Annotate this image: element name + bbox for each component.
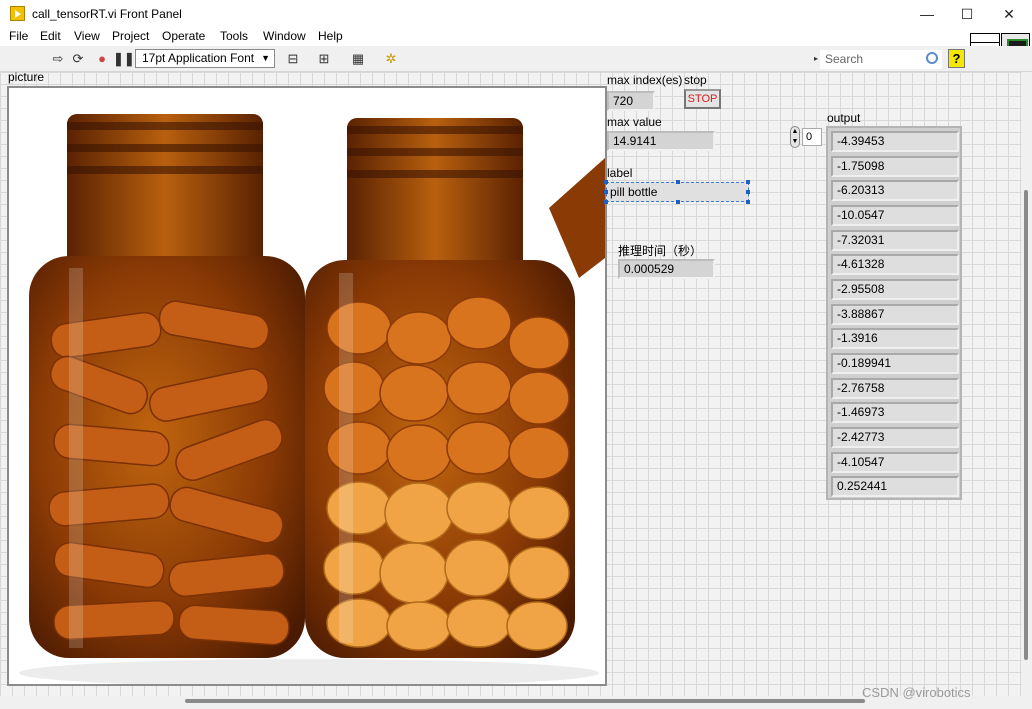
toolbar: ⇨ ⟳ ● ❚❚ 17pt Application Font ▼ ⊟ ⊞ ▦ ✲… xyxy=(0,46,1032,72)
selection-handle[interactable] xyxy=(604,190,608,194)
output-label: output xyxy=(827,111,861,125)
run-arrow-icon[interactable]: ⇨ xyxy=(50,51,66,67)
index-value[interactable]: 0 xyxy=(802,128,822,146)
watermark: CSDN @virobotics xyxy=(862,685,971,700)
selection-handle[interactable] xyxy=(746,190,750,194)
vertical-scrollbar[interactable] xyxy=(1022,72,1032,696)
array-element: -2.95508 xyxy=(831,279,959,300)
max-value-indicator: 14.9141 xyxy=(607,131,715,151)
chevron-down-icon: ▼ xyxy=(261,53,270,63)
array-element: -3.88867 xyxy=(831,304,959,325)
index-spinner-icon[interactable]: ▲ ▼ xyxy=(790,126,800,148)
run-continuously-icon[interactable]: ⟳ xyxy=(70,51,86,67)
pause-icon[interactable]: ❚❚ xyxy=(113,51,135,67)
window-title: call_tensorRT.vi Front Panel xyxy=(32,7,182,21)
font-select[interactable]: 17pt Application Font ▼ xyxy=(135,49,275,68)
title-bar: call_tensorRT.vi Front Panel — ☐ ✕ xyxy=(0,0,1032,28)
inference-time-indicator: 0.000529 xyxy=(618,259,715,279)
abort-icon[interactable]: ● xyxy=(94,51,110,67)
resize-objects-icon[interactable]: ▦ xyxy=(350,51,366,67)
array-element: -4.39453 xyxy=(831,131,959,152)
menu-file[interactable]: File xyxy=(9,29,28,43)
array-element: -2.76758 xyxy=(831,378,959,399)
selection-handle[interactable] xyxy=(746,180,750,184)
menu-help[interactable]: Help xyxy=(318,29,343,43)
selection-handle[interactable] xyxy=(604,200,608,204)
max-index-indicator: 720 xyxy=(607,91,655,111)
picture-label: picture xyxy=(8,70,45,84)
search-icon[interactable] xyxy=(926,52,938,64)
selection-handle[interactable] xyxy=(676,180,680,184)
max-index-label: max index(es) xyxy=(607,73,683,87)
search-input[interactable]: Search xyxy=(825,52,863,66)
menu-bar: File Edit View Project Operate Tools Win… xyxy=(0,28,1032,46)
selection-handle[interactable] xyxy=(604,180,608,184)
max-value-label: max value xyxy=(607,115,662,129)
close-button[interactable]: ✕ xyxy=(988,0,1030,28)
picture-display[interactable] xyxy=(7,86,607,686)
menu-edit[interactable]: Edit xyxy=(40,29,61,43)
array-element: -1.3916 xyxy=(831,328,959,349)
inference-time-label: 推理时间（秒） xyxy=(618,244,703,258)
menu-view[interactable]: View xyxy=(74,29,100,43)
selection-handle[interactable] xyxy=(676,200,680,204)
horizontal-scrollbar-thumb[interactable] xyxy=(185,699,865,703)
array-element: -4.61328 xyxy=(831,254,959,275)
output-array: -4.39453 -1.75098 -6.20313 -10.0547 -7.3… xyxy=(826,126,962,500)
menu-project[interactable]: Project xyxy=(112,29,149,43)
distribute-objects-icon[interactable]: ⊞ xyxy=(316,51,332,67)
stop-label: stop xyxy=(684,73,707,87)
search-box[interactable]: Search xyxy=(820,50,942,69)
output-array-index[interactable]: ▲ ▼ 0 xyxy=(790,126,824,148)
font-select-value: 17pt Application Font xyxy=(142,51,255,65)
menu-tools[interactable]: Tools xyxy=(220,29,248,43)
array-element: -10.0547 xyxy=(831,205,959,226)
align-objects-icon[interactable]: ⊟ xyxy=(285,51,301,67)
selection-handle[interactable] xyxy=(746,200,750,204)
maximize-button[interactable]: ☐ xyxy=(946,0,988,28)
vertical-scrollbar-thumb[interactable] xyxy=(1024,190,1028,660)
array-element: -4.10547 xyxy=(831,452,959,473)
labview-vi-icon xyxy=(10,6,25,21)
stop-button[interactable]: STOP xyxy=(684,89,721,109)
array-element: -0.189941 xyxy=(831,353,959,374)
menu-window[interactable]: Window xyxy=(263,29,306,43)
context-help-button[interactable]: ? xyxy=(948,49,965,68)
array-element: -1.46973 xyxy=(831,402,959,423)
pill-bottles-image xyxy=(9,88,605,684)
class-label-indicator[interactable]: pill bottle xyxy=(604,180,750,204)
class-label-value: pill bottle xyxy=(610,185,658,199)
array-element: -1.75098 xyxy=(831,156,959,177)
minimize-button[interactable]: — xyxy=(906,0,948,28)
array-element: 0.252441 xyxy=(831,476,959,497)
array-element: -7.32031 xyxy=(831,230,959,251)
array-element: -6.20313 xyxy=(831,180,959,201)
menu-operate[interactable]: Operate xyxy=(162,29,205,43)
array-element: -2.42773 xyxy=(831,427,959,448)
reorder-icon[interactable]: ✲ xyxy=(383,51,399,67)
class-label-label: label xyxy=(607,166,633,180)
